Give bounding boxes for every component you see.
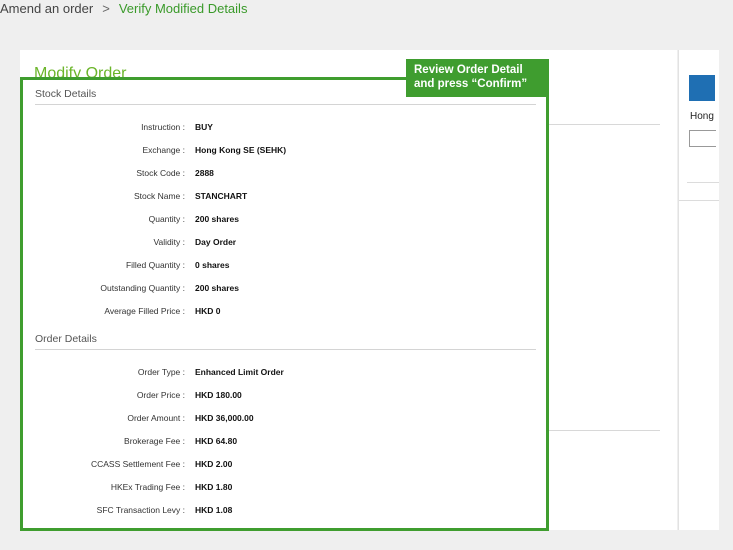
detail-row: Exchange : Hong Kong SE (SEHK) (23, 145, 543, 159)
detail-value: Day Order (195, 237, 237, 247)
stock-details-heading: Stock Details (35, 88, 97, 100)
right-panel: Hong (678, 50, 719, 530)
detail-value: HKD 2.00 (195, 459, 233, 469)
detail-row: Quantity : 200 shares (23, 214, 543, 228)
detail-label: Instruction : (141, 122, 185, 132)
divider (679, 200, 719, 201)
detail-label: Average Filled Price : (104, 306, 185, 316)
order-details-heading: Order Details (35, 333, 97, 345)
breadcrumb: Amend an order > Verify Modified Details (0, 1, 247, 16)
detail-value: Hong Kong SE (SEHK) (195, 145, 287, 155)
blue-button[interactable] (689, 75, 715, 101)
detail-row: Stock Name : STANCHART (23, 191, 543, 205)
detail-value: HKD 36,000.00 (195, 413, 254, 423)
breadcrumb-amend-order-link[interactable]: Amend an order (0, 1, 93, 16)
detail-label: Outstanding Quantity : (100, 283, 185, 293)
detail-label: Quantity : (148, 214, 185, 224)
detail-label: Order Price : (136, 390, 185, 400)
detail-label: Filled Quantity : (125, 260, 185, 270)
breadcrumb-separator: > (102, 1, 110, 16)
detail-row: Brokerage Fee : HKD 64.80 (23, 436, 543, 450)
detail-row: Order Type : Enhanced Limit Order (23, 367, 543, 381)
detail-value: Enhanced Limit Order (195, 367, 284, 377)
detail-label: SFC Transaction Levy : (96, 505, 185, 515)
detail-row: Stock Code : 2888 (23, 168, 543, 182)
detail-row: SFC Transaction Levy : HKD 1.08 (23, 505, 543, 519)
detail-label: Order Amount : (127, 413, 185, 423)
divider (545, 124, 660, 125)
detail-label: Order Type : (137, 367, 185, 377)
detail-value: HKD 180.00 (195, 390, 242, 400)
detail-row: Order Price : HKD 180.00 (23, 390, 543, 404)
divider (545, 430, 660, 431)
right-panel-text: Hong (690, 111, 714, 122)
detail-label: HKEx Trading Fee : (110, 482, 185, 492)
detail-row: Filled Quantity : 0 shares (23, 260, 543, 274)
callout-line-1: Review Order Detail (414, 64, 523, 76)
detail-value: BUY (195, 122, 213, 132)
detail-label: Stock Code : (136, 168, 185, 178)
order-detail-highlight: Stock Details Instruction : BUY Exchange :… (20, 77, 549, 531)
detail-row: Average Filled Price : HKD 0 (23, 306, 543, 320)
detail-row: Instruction : BUY (23, 122, 543, 136)
detail-row: Outstanding Quantity : 200 shares (23, 283, 543, 297)
detail-label: Stock Name : (133, 191, 185, 201)
divider (687, 182, 719, 183)
detail-row: HKEx Trading Fee : HKD 1.80 (23, 482, 543, 496)
callout-line-2: and press “Confirm” (414, 78, 528, 90)
detail-value: 0 shares (195, 260, 230, 270)
divider (35, 349, 536, 350)
right-panel-input[interactable] (689, 130, 716, 147)
detail-label: Validity : (153, 237, 186, 247)
detail-value: 2888 (195, 168, 214, 178)
detail-value: HKD 1.08 (195, 505, 233, 515)
detail-row: CCASS Settlement Fee : HKD 2.00 (23, 459, 543, 473)
detail-label: CCASS Settlement Fee : (90, 459, 185, 469)
instruction-callout: Review Order Detail and press “Confirm” (406, 59, 549, 97)
detail-label: Brokerage Fee : (124, 436, 185, 446)
detail-value: HKD 64.80 (195, 436, 238, 446)
detail-label: Exchange : (142, 145, 185, 155)
detail-value: 200 shares (195, 283, 239, 293)
detail-value: 200 shares (195, 214, 239, 224)
divider (35, 104, 536, 105)
breadcrumb-current: Verify Modified Details (118, 1, 248, 16)
detail-value: HKD 0 (195, 306, 221, 316)
detail-row: Order Amount : HKD 36,000.00 (23, 413, 543, 427)
detail-value: STANCHART (195, 191, 248, 201)
detail-value: HKD 1.80 (195, 482, 233, 492)
detail-row: Validity : Day Order (23, 237, 543, 251)
